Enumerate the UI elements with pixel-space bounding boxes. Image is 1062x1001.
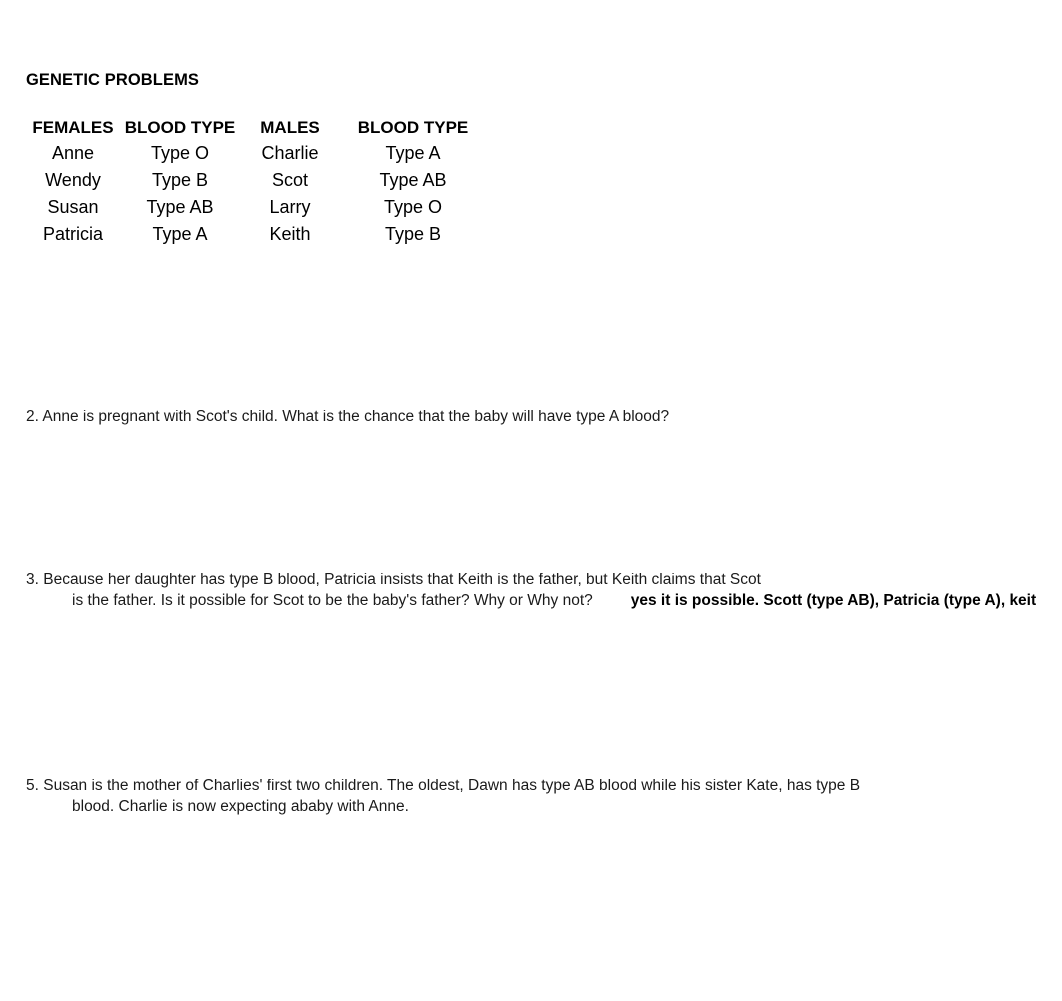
question-2-line-1: 2. Anne is pregnant with Scot's child. W… <box>26 410 670 425</box>
question-3-block: 3. Because her daughter has type B blood… <box>26 573 1036 612</box>
question-5-line-2: blood. Charlie is now expecting ababy wi… <box>72 798 409 815</box>
column-header-males: MALES <box>260 118 320 137</box>
table-header: FEMALES BLOOD TYPE MALES BLOOD TYPE <box>26 116 486 140</box>
blood-type-table: FEMALES BLOOD TYPE MALES BLOOD TYPE Anne… <box>26 116 486 248</box>
cell-female-name: Wendy <box>45 170 101 190</box>
question-3-line-2-row: is the father. Is it possible for Scot t… <box>26 590 1036 611</box>
cell-female-blood-type: Type A <box>152 224 208 244</box>
question-5-line-1: 5. Susan is the mother of Charlies' firs… <box>26 779 861 794</box>
cell-male-blood-type: Type B <box>384 224 442 244</box>
cell-female-name: Anne <box>51 143 95 163</box>
column-header-females: FEMALES <box>32 118 114 137</box>
cell-male-name: Larry <box>269 197 311 217</box>
page-title: GENETIC PROBLEMS <box>26 71 200 89</box>
table-row: Susan Type AB Larry Type O <box>26 194 486 221</box>
document-page: GENETIC PROBLEMS FEMALES BLOOD TYPE MALE… <box>0 0 1062 1001</box>
cell-male-name: Charlie <box>261 143 319 163</box>
cell-male-blood-type: Type AB <box>379 170 447 190</box>
cell-female-blood-type: Type O <box>150 143 210 163</box>
question-3-line-1: 3. Because her daughter has type B blood… <box>26 573 761 588</box>
table-body: Anne Type O Charlie Type A Wendy Type B … <box>26 140 486 248</box>
table-row: Wendy Type B Scot Type AB <box>26 167 486 194</box>
cell-male-blood-type: Type A <box>385 143 441 163</box>
question-3-answer: yes it is possible. Scott (type AB), Pat… <box>630 592 1036 609</box>
question-3-line-2: is the father. Is it possible for Scot t… <box>72 592 593 609</box>
question-3-answer-wrap: yes it is possible. Scott (type AB), Pat… <box>593 590 1036 611</box>
cell-male-name: Scot <box>271 170 309 190</box>
table-row: Anne Type O Charlie Type A <box>26 140 486 167</box>
cell-female-blood-type: Type AB <box>146 197 214 217</box>
cell-female-name: Patricia <box>42 224 104 244</box>
table-row: Patricia Type A Keith Type B <box>26 221 486 248</box>
cell-male-name: Keith <box>269 224 311 244</box>
column-header-females-blood-type: BLOOD TYPE <box>124 118 236 137</box>
cell-female-blood-type: Type B <box>151 170 209 190</box>
column-header-males-blood-type: BLOOD TYPE <box>357 118 469 137</box>
question-5-block: 5. Susan is the mother of Charlies' firs… <box>26 779 1036 818</box>
question-2-block: 2. Anne is pregnant with Scot's child. W… <box>26 410 1036 427</box>
table-header-row: FEMALES BLOOD TYPE MALES BLOOD TYPE <box>26 116 486 140</box>
cell-male-blood-type: Type O <box>383 197 443 217</box>
cell-female-name: Susan <box>47 197 99 217</box>
